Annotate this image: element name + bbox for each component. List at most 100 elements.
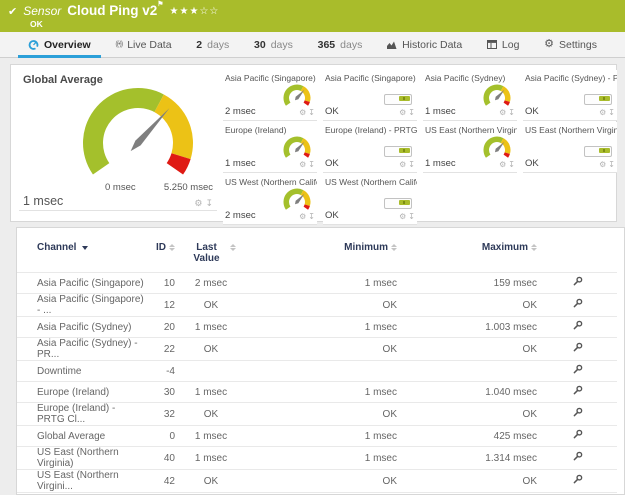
edit-channel-icon <box>572 451 583 462</box>
edit-channel-button[interactable] <box>537 382 617 403</box>
tab-365-days[interactable]: 365 days <box>314 32 367 57</box>
table-row: Asia Pacific (Sydney)201 msec1 msec1.003… <box>17 317 617 338</box>
gauge-tile: US East (Northern Virginia)1 msec⚙↧ <box>423 122 517 173</box>
edit-channel-button[interactable] <box>537 403 617 426</box>
channel-id: 40 <box>145 447 175 470</box>
gear-icon[interactable]: ⚙ <box>499 161 506 169</box>
channel-name[interactable]: Downtime <box>17 361 145 382</box>
column-header-channel[interactable]: Channel <box>17 228 145 273</box>
channel-maximum: 159 msec <box>397 273 537 294</box>
tab-2-days[interactable]: 2 days <box>192 32 233 57</box>
rating-stars[interactable]: ★★★☆☆ <box>170 6 220 17</box>
channel-id: 0 <box>145 426 175 447</box>
tile-title: Asia Pacific (Sydney) - PRTG ... <box>525 73 617 83</box>
gear-icon[interactable]: ⚙ <box>399 161 406 169</box>
pin-icon[interactable]: ↧ <box>508 109 515 117</box>
column-header-minimum[interactable]: Minimum <box>247 228 397 273</box>
status-toggle <box>584 94 612 105</box>
channel-minimum: 1 msec <box>247 382 397 403</box>
edit-channel-icon <box>572 429 583 440</box>
edit-channel-button[interactable] <box>537 294 617 317</box>
gear-icon[interactable]: ⚙ <box>399 213 406 221</box>
channel-name[interactable]: Europe (Ireland) - PRTG Cl... <box>17 403 145 426</box>
channel-name[interactable]: Asia Pacific (Singapore) <box>17 273 145 294</box>
edit-channel-button[interactable] <box>537 317 617 338</box>
tile-value: 1 msec <box>425 158 456 169</box>
gauge-tile: Europe (Ireland)1 msec⚙↧ <box>223 122 317 173</box>
switch-tile: Asia Pacific (Sydney) - PRTG ... OK ⚙↧ <box>523 70 617 121</box>
channel-name[interactable]: Asia Pacific (Sydney) - PR... <box>17 338 145 361</box>
gear-icon[interactable]: ⚙ <box>399 109 406 117</box>
pin-icon[interactable]: ↧ <box>508 161 515 169</box>
tab-30-days[interactable]: 30 days <box>250 32 297 57</box>
gear-icon[interactable]: ⚙ <box>599 161 606 169</box>
column-header-maximum[interactable]: Maximum <box>397 228 537 273</box>
channel-last-value: 1 msec <box>175 382 247 403</box>
channel-name[interactable]: US East (Northern Virginia) <box>17 447 145 470</box>
edit-channel-button[interactable] <box>537 426 617 447</box>
tab-settings[interactable]: ⚙ Settings <box>540 32 601 57</box>
switch-tile: US East (Northern Virginia) - ...OK⚙↧ <box>523 122 617 173</box>
toggle-knob <box>399 96 410 101</box>
sort-icon <box>230 244 236 251</box>
channel-name[interactable]: Asia Pacific (Sydney) <box>17 317 145 338</box>
column-header-id[interactable]: ID <box>145 228 175 273</box>
channel-name[interactable]: Europe (Ireland) <box>17 382 145 403</box>
channel-name[interactable]: US East (Northern Virgini... <box>17 470 145 493</box>
channel-last-value: OK <box>175 338 247 361</box>
sensor-status-text: OK <box>30 19 43 29</box>
gear-icon[interactable]: ⚙ <box>499 109 506 117</box>
tab-log[interactable]: Log <box>483 32 524 57</box>
edit-channel-icon <box>572 276 583 287</box>
channel-last-value: OK <box>175 470 247 493</box>
tab-historic-data[interactable]: Historic Data <box>383 32 466 57</box>
pin-icon[interactable]: ↧ <box>308 161 315 169</box>
global-average-tile: Global Average 0 msec 5.250 msec 1 msec … <box>19 70 217 211</box>
gauge-chart <box>478 82 516 108</box>
channel-name[interactable]: Global Average <box>17 426 145 447</box>
pin-icon[interactable]: ↧ <box>308 109 315 117</box>
tile-title: Asia Pacific (Singapore) - PR... <box>325 73 417 83</box>
channel-id: 32 <box>145 403 175 426</box>
pin-icon[interactable]: ↧ <box>308 213 315 221</box>
edit-channel-button[interactable] <box>537 447 617 470</box>
pin-icon[interactable]: ↧ <box>408 213 415 221</box>
column-header-last-value[interactable]: Last Value <box>175 228 247 273</box>
channel-maximum: OK <box>397 294 537 317</box>
channel-last-value: 2 msec <box>175 273 247 294</box>
pin-icon[interactable]: ↧ <box>205 199 213 208</box>
channel-maximum: 1.314 msec <box>397 447 537 470</box>
pin-icon[interactable]: ↧ <box>408 161 415 169</box>
tab-live-data[interactable]: ((•)) Live Data <box>111 32 175 57</box>
tab-label: Historic Data <box>402 39 462 51</box>
channel-last-value: 1 msec <box>175 447 247 470</box>
pin-icon[interactable]: ↧ <box>608 161 615 169</box>
tab-label: Live Data <box>127 39 171 51</box>
gear-icon[interactable]: ⚙ <box>599 109 606 117</box>
flag-icon[interactable]: ⚑ <box>157 1 163 8</box>
channel-id: 12 <box>145 294 175 317</box>
channel-minimum: OK <box>247 470 397 493</box>
gear-icon[interactable]: ⚙ <box>194 199 202 208</box>
tab-overview[interactable]: Overview <box>24 32 95 57</box>
tile-value: 1 msec <box>225 158 256 169</box>
channel-name[interactable]: Asia Pacific (Singapore) - ... <box>17 294 145 317</box>
edit-channel-button[interactable] <box>537 361 617 382</box>
tile-grid: Asia Pacific (Singapore)2 msec⚙↧Asia Pac… <box>223 70 612 218</box>
tab-label: Overview <box>44 39 91 51</box>
gauge-scale-min: 0 msec <box>105 182 136 193</box>
tile-value: OK <box>525 106 539 117</box>
table-row: Asia Pacific (Singapore) - ...12OKOKOK <box>17 294 617 317</box>
chart-icon <box>387 40 397 49</box>
gear-icon[interactable]: ⚙ <box>299 161 306 169</box>
pin-icon[interactable]: ↧ <box>608 109 615 117</box>
pin-icon[interactable]: ↧ <box>408 109 415 117</box>
edit-channel-button[interactable] <box>537 273 617 294</box>
sort-desc-icon <box>82 246 88 250</box>
edit-channel-button[interactable] <box>537 470 617 493</box>
gauge-scale-max: 5.250 msec <box>164 182 213 193</box>
channel-minimum: 1 msec <box>247 317 397 338</box>
gear-icon[interactable]: ⚙ <box>299 213 306 221</box>
edit-channel-button[interactable] <box>537 338 617 361</box>
gear-icon[interactable]: ⚙ <box>299 109 306 117</box>
